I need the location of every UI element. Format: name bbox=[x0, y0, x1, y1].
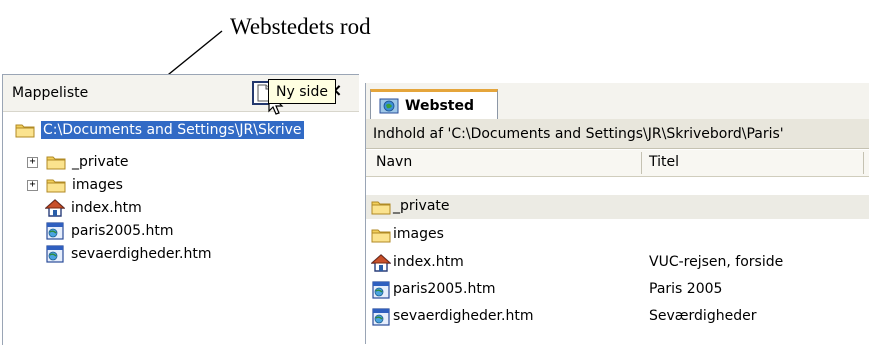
tab-label: Websted bbox=[405, 97, 475, 114]
tree-item-label: paris2005.htm bbox=[71, 223, 174, 239]
folder-list-title: Mappeliste bbox=[12, 85, 89, 101]
tree-item-paris2005[interactable]: paris2005.htm bbox=[45, 220, 173, 242]
tree-item-sevaerdigheder[interactable]: sevaerdigheder.htm bbox=[45, 243, 211, 265]
column-divider[interactable] bbox=[863, 152, 864, 174]
content-pane: Websted Indhold af 'C:\Documents and Set… bbox=[365, 83, 869, 344]
column-header-title[interactable]: Titel bbox=[649, 154, 679, 170]
tree-root-label: C:\Documents and Settings\JR\Skrive bbox=[41, 121, 304, 139]
path-bar: Indhold af 'C:\Documents and Settings\JR… bbox=[366, 119, 869, 149]
expand-icon[interactable]: + bbox=[27, 179, 38, 191]
tab-strip: Websted bbox=[366, 83, 869, 120]
tree-item-private[interactable]: + _private bbox=[27, 151, 129, 173]
web-page-icon bbox=[45, 221, 65, 241]
file-title: VUC-rejsen, forside bbox=[649, 254, 784, 270]
tree-item-index[interactable]: index.htm bbox=[45, 197, 142, 219]
web-page-icon bbox=[371, 280, 391, 300]
file-name: _private bbox=[393, 198, 450, 214]
column-header: Navn Titel bbox=[366, 150, 869, 177]
file-row-paris2005[interactable]: paris2005.htm Paris 2005 bbox=[366, 278, 869, 302]
expand-icon[interactable]: + bbox=[27, 156, 38, 168]
tree-item-label: index.htm bbox=[71, 200, 142, 216]
file-title: Paris 2005 bbox=[649, 281, 723, 297]
file-name: sevaerdigheder.htm bbox=[393, 308, 534, 324]
tree-item-label: sevaerdigheder.htm bbox=[71, 246, 212, 262]
file-name: paris2005.htm bbox=[393, 281, 496, 297]
folder-icon bbox=[46, 152, 66, 172]
tree-item-label: images bbox=[72, 177, 123, 193]
home-page-icon bbox=[45, 198, 65, 218]
folder-icon bbox=[371, 225, 391, 245]
file-name: images bbox=[393, 226, 444, 242]
annotation-label: Webstedets rod bbox=[230, 14, 371, 39]
tree-item-label: _private bbox=[72, 154, 129, 170]
file-name: index.htm bbox=[393, 254, 464, 270]
web-page-icon bbox=[371, 307, 391, 327]
tree-root-item[interactable]: C:\Documents and Settings\JR\Skrive bbox=[15, 119, 359, 141]
tab-websted[interactable]: Websted bbox=[370, 89, 498, 119]
folder-icon bbox=[371, 197, 391, 217]
folder-icon bbox=[15, 120, 35, 140]
new-page-tooltip: Ny side bbox=[268, 79, 336, 104]
home-page-icon bbox=[371, 253, 391, 273]
tree-item-images[interactable]: + images bbox=[27, 174, 123, 196]
website-icon bbox=[379, 96, 399, 116]
file-row-sevaerdigheder[interactable]: sevaerdigheder.htm Seværdigheder bbox=[366, 305, 869, 329]
web-page-icon bbox=[45, 244, 65, 264]
column-divider[interactable] bbox=[641, 152, 642, 174]
file-row-index[interactable]: index.htm VUC-rejsen, forside bbox=[366, 251, 869, 275]
file-row-private[interactable]: _private bbox=[366, 195, 869, 219]
file-title: Seværdigheder bbox=[649, 308, 757, 324]
file-row-images[interactable]: images bbox=[366, 223, 869, 247]
column-header-name[interactable]: Navn bbox=[376, 154, 412, 170]
folder-list-pane: Mappeliste × C:\Documents and Settings\J… bbox=[2, 74, 359, 345]
folder-icon bbox=[46, 175, 66, 195]
